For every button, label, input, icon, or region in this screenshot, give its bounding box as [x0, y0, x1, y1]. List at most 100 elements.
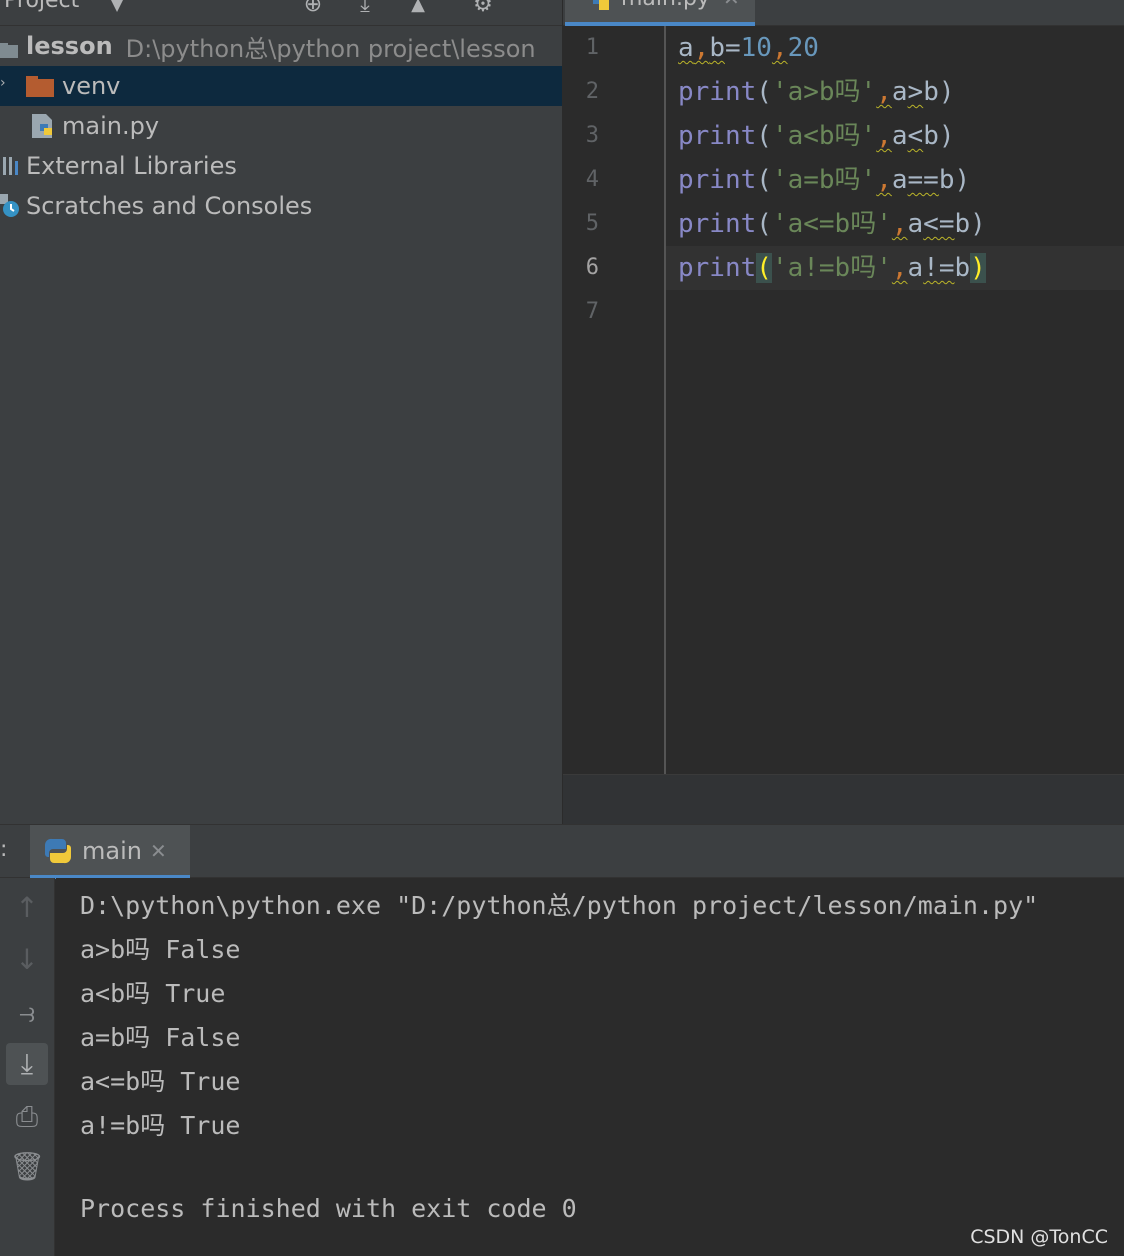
console-line: a=b吗 False: [80, 1023, 241, 1052]
code-line-1[interactable]: a,b=10,20: [678, 26, 819, 70]
run-label-colon: :: [0, 837, 8, 862]
code-token: a: [907, 253, 924, 283]
code-token: =: [724, 33, 741, 63]
code-token: 'a>b吗': [771, 77, 877, 107]
gear-icon[interactable]: ⚙: [470, 0, 496, 18]
python-file-icon: [589, 0, 613, 18]
code-token: 'a<b吗': [771, 121, 877, 151]
code-token: (: [756, 165, 772, 195]
project-header: Project ▼ ⊕ ⤓ ▲ ⚙: [0, 0, 562, 26]
line-number: 7: [585, 299, 599, 324]
library-icon: [2, 155, 20, 177]
close-icon[interactable]: ✕: [150, 839, 167, 863]
tree-item-external-libraries[interactable]: External Libraries: [0, 146, 562, 186]
run-toolbar: ↑ ↓ ⥽ ⤓ ⎙ 🗑: [0, 878, 55, 1256]
tree-item-main-py[interactable]: main.py: [0, 106, 562, 146]
run-tab-label: main: [82, 837, 142, 865]
code-token: (: [756, 77, 772, 107]
tab-label: main.py: [621, 0, 710, 11]
soft-wrap-icon[interactable]: ⥽: [6, 992, 48, 1034]
collapse-all-icon[interactable]: ⤓: [352, 0, 378, 18]
add-locate-icon[interactable]: ⊕: [300, 0, 326, 18]
code-token: b: [923, 77, 939, 107]
editor-tab-bar: main.py ✕: [563, 0, 1124, 26]
code-token: a: [891, 77, 908, 107]
matched-paren: ): [970, 253, 986, 283]
editor-footer: [563, 774, 1124, 824]
code-token: ): [938, 121, 955, 151]
code-line-6[interactable]: print('a!=b吗',a!=b): [678, 246, 986, 290]
root-path: D:\python总\python project\lesson: [125, 34, 536, 63]
matched-paren: (: [756, 253, 772, 283]
python-icon: [44, 837, 72, 869]
tree-item-label: External Libraries: [26, 152, 237, 180]
tree-item-venv[interactable]: › venv: [0, 66, 562, 106]
code-token: ,: [876, 77, 892, 107]
line-number: 4: [585, 167, 599, 192]
code-token: b: [954, 253, 971, 283]
code-token: a: [891, 165, 908, 195]
watermark: CSDN @TonCC: [970, 1226, 1108, 1248]
code-editor: main.py ✕ 1 2 3 4 5 6 7 a,b=10,20 print(…: [563, 0, 1124, 824]
code-token: 'a!=b吗': [771, 253, 892, 283]
console-output[interactable]: D:\python\python.exe "D:/python总/python …: [56, 878, 1124, 1256]
expand-icon[interactable]: ▲: [405, 0, 431, 18]
print-icon[interactable]: ⎙: [6, 1096, 48, 1138]
code-token: print: [678, 209, 757, 239]
tree-item-scratches[interactable]: Scratches and Consoles: [0, 186, 562, 226]
console-line-exit: Process finished with exit code 0: [80, 1194, 577, 1223]
run-tab-main[interactable]: main ✕: [30, 825, 190, 879]
tree-item-label: Scratches and Consoles: [26, 192, 313, 220]
code-token: ,: [891, 209, 908, 239]
arrow-up-icon[interactable]: ↑: [6, 887, 48, 929]
code-token: 20: [787, 33, 819, 63]
line-number: 2: [585, 79, 599, 104]
code-token: b: [938, 165, 955, 195]
code-token: a: [678, 33, 694, 63]
chevron-right-icon[interactable]: ›: [0, 75, 6, 91]
root-name: lesson: [26, 32, 113, 60]
run-tab-bar: : main ✕: [0, 824, 1124, 879]
code-token: <=: [923, 209, 955, 239]
line-number: 1: [585, 35, 599, 60]
python-file-icon: [30, 112, 56, 140]
line-number: 3: [585, 123, 599, 148]
tree-item-root[interactable]: lesson D:\python总\python project\lesson: [0, 26, 562, 66]
code-token: ==: [907, 165, 939, 195]
tab-main-py[interactable]: main.py ✕: [565, 0, 755, 26]
code-token: ): [938, 77, 955, 107]
console-line: a>b吗 False: [80, 935, 241, 964]
code-token: a: [891, 121, 908, 151]
scroll-to-end-icon[interactable]: ⤓: [6, 1043, 48, 1085]
code-token: print: [678, 121, 757, 151]
tree-item-label: venv: [62, 72, 121, 100]
code-line-4[interactable]: print('a=b吗',a==b): [678, 158, 970, 202]
code-line-3[interactable]: print('a<b吗',a<b): [678, 114, 955, 158]
scratches-icon: [0, 194, 22, 218]
code-token: b: [954, 209, 971, 239]
code-token: print: [678, 77, 757, 107]
code-token: a: [907, 209, 924, 239]
console-line: a<b吗 True: [80, 979, 226, 1008]
code-token: >: [907, 77, 924, 107]
code-token: ,: [876, 121, 892, 151]
code-token: ,: [693, 33, 710, 63]
arrow-down-icon[interactable]: ↓: [6, 939, 48, 981]
chevron-down-icon[interactable]: ▼: [104, 0, 130, 18]
code-token: (: [756, 121, 772, 151]
console-line: a<=b吗 True: [80, 1067, 241, 1096]
folder-icon: [0, 37, 18, 58]
code-token: b: [923, 121, 939, 151]
code-token: ): [954, 165, 971, 195]
project-title[interactable]: Project: [4, 0, 79, 13]
code-token: (: [756, 209, 772, 239]
code-token: 10: [740, 33, 772, 63]
code-line-2[interactable]: print('a>b吗',a>b): [678, 70, 955, 114]
code-token: <: [907, 121, 924, 151]
code-line-5[interactable]: print('a<=b吗',a<=b): [678, 202, 986, 246]
trash-icon[interactable]: 🗑: [6, 1146, 48, 1188]
close-icon[interactable]: ✕: [723, 0, 740, 10]
code-token: print: [678, 253, 757, 283]
line-number: 5: [585, 211, 599, 236]
code-token: b: [709, 33, 725, 63]
